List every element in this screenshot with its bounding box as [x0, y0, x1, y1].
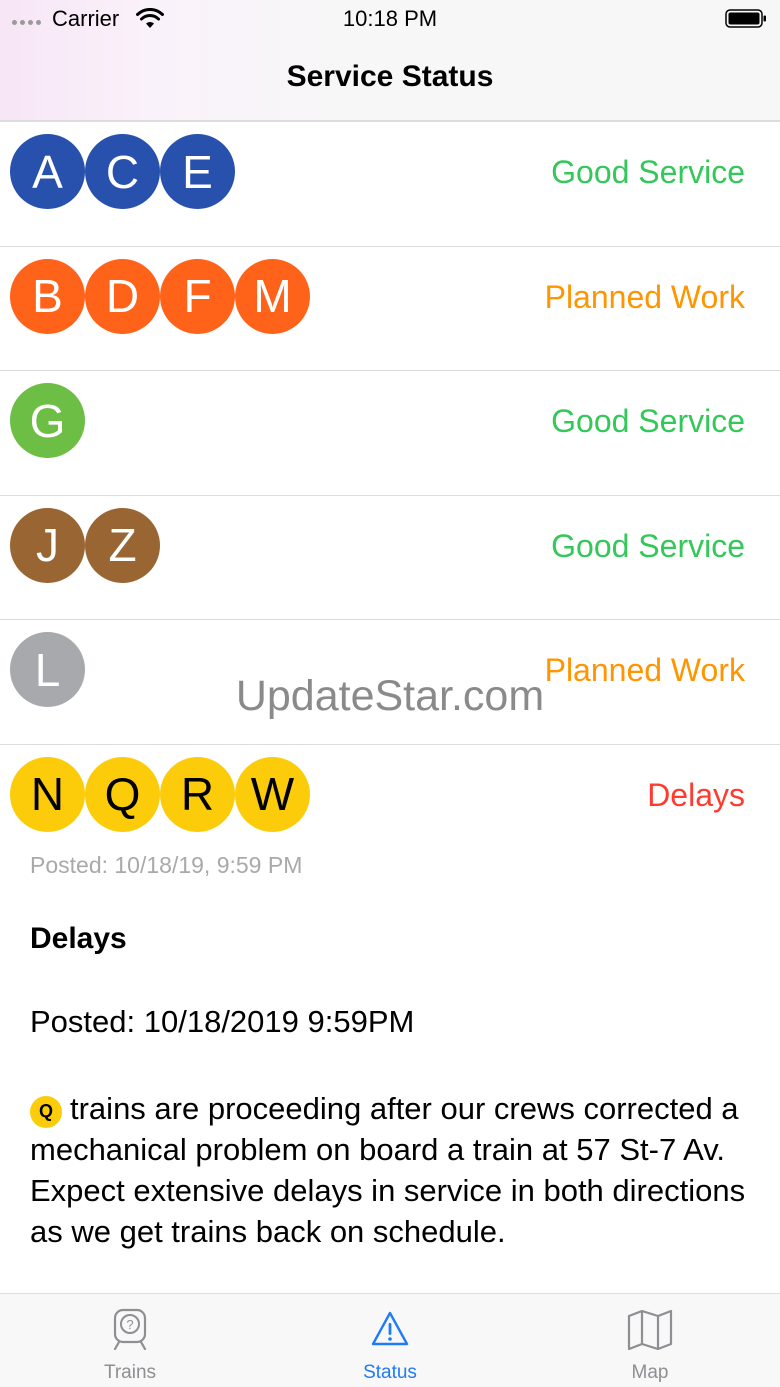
page-title: Service Status — [286, 60, 494, 93]
line-bullet-q: Q — [85, 756, 160, 832]
line-bullet-c: C — [85, 134, 160, 209]
posted-timestamp: Posted: 10/18/19, 9:59 PM — [30, 852, 303, 878]
watermark: UpdateStar.com — [235, 672, 545, 720]
line-bullet-b: B — [10, 258, 85, 334]
line-bullet-m: M — [235, 258, 310, 334]
line-bullet-d: D — [85, 258, 160, 334]
line-bullet-n: N — [10, 756, 85, 832]
alert-title: Delays — [30, 922, 127, 955]
alert-body-text: trains are proceeding after our crews co… — [30, 1091, 746, 1249]
line-bullet-a: A — [10, 134, 85, 209]
line-bullets: JZ — [10, 507, 160, 583]
line-bullets: G — [10, 383, 85, 458]
line-bullet-f: F — [160, 258, 235, 334]
line-bullets: ACE — [10, 134, 235, 209]
line-bullet-r: R — [160, 756, 235, 832]
warning-icon — [371, 1311, 409, 1346]
tab-map-label: Map — [631, 1362, 669, 1383]
line-bullet-j: J — [10, 507, 85, 583]
status-row[interactable]: A C E Good Service — [0, 122, 780, 247]
status-label: Delays — [647, 776, 745, 813]
status-label: Good Service — [551, 527, 745, 564]
train-icon: ? — [113, 1308, 147, 1350]
clock: 10:18 PM — [342, 6, 438, 31]
line-bullet-z: Z — [85, 507, 160, 583]
status-label: Good Service — [551, 403, 745, 439]
line-bullets: BDFM — [10, 258, 310, 334]
svg-text:?: ? — [126, 1317, 133, 1332]
tab-map[interactable]: Map — [520, 1294, 780, 1387]
top-bar: Carrier 10:18 PM Service Status — [0, 0, 780, 122]
status-row[interactable]: B D F M Planned Work — [0, 247, 780, 371]
status-row[interactable]: J Z Good Service — [0, 496, 780, 620]
alert-body: Qtrains are proceeding after our crews c… — [30, 1088, 765, 1252]
status-label: Good Service — [551, 154, 745, 190]
tab-bar: ? Trains Status Map — [0, 1293, 780, 1387]
status-label: Planned Work — [544, 278, 745, 315]
alert-posted-date: Posted: 10/18/2019 9:59PM — [30, 1004, 415, 1039]
service-status-list: A C E Good Service B D F M Planned Work G Good Ser… — [0, 122, 780, 855]
tab-status-label: Status — [363, 1362, 417, 1383]
status-row[interactable]: G Good Service — [0, 371, 780, 496]
line-bullet-g: G — [10, 383, 85, 458]
line-bullets: NQRW — [10, 756, 310, 832]
tab-trains[interactable]: ? Trains — [0, 1294, 260, 1387]
map-icon — [627, 1309, 673, 1350]
status-bar: Carrier 10:18 PM — [0, 0, 780, 40]
battery-icon — [725, 9, 766, 28]
tab-trains-label: Trains — [103, 1362, 157, 1383]
status-row[interactable]: N Q R W Delays — [0, 745, 780, 855]
q-line-bullet: Q — [30, 1095, 62, 1128]
line-bullet-w: W — [235, 756, 310, 832]
tab-status[interactable]: Status — [260, 1294, 520, 1387]
line-bullet-e: E — [160, 134, 235, 209]
